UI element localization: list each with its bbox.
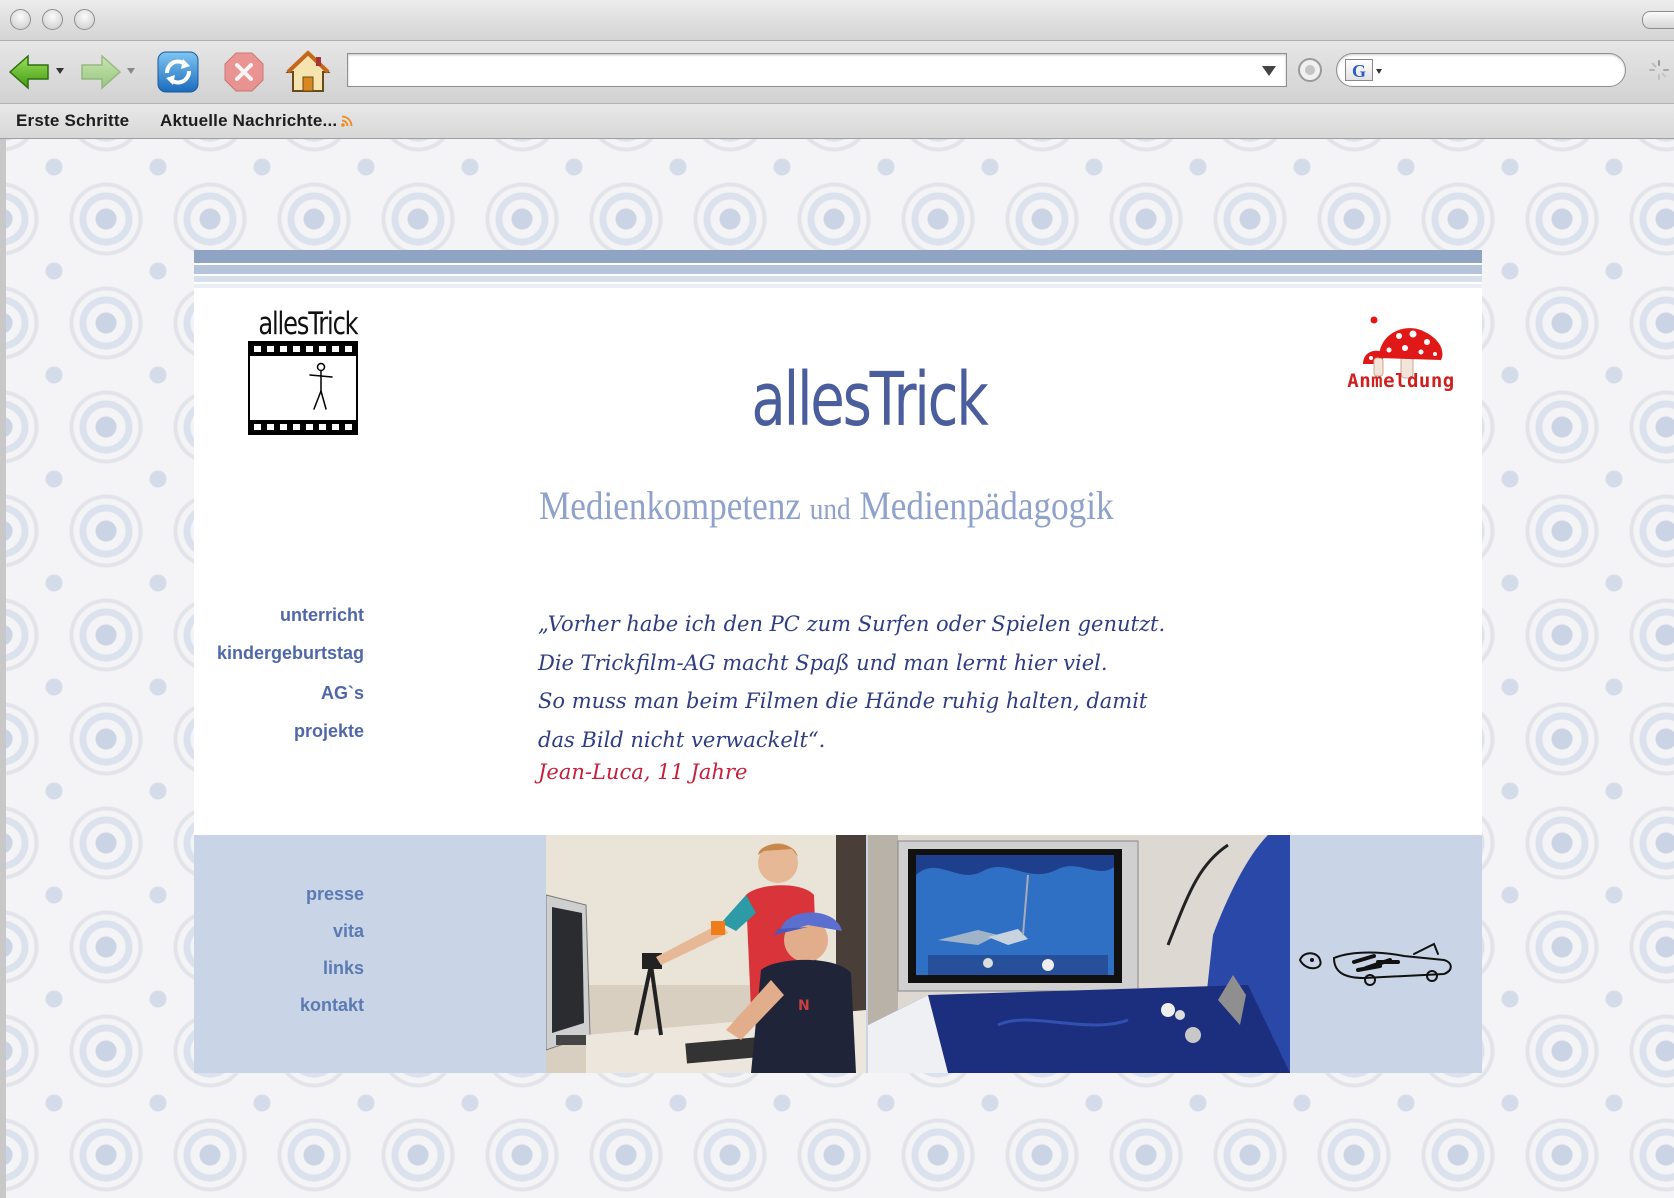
- stop-icon: [224, 52, 264, 92]
- nav-link-projekte[interactable]: projekte: [294, 721, 364, 742]
- reload-icon: [157, 51, 199, 93]
- go-button[interactable]: [1298, 58, 1322, 82]
- back-button[interactable]: [6, 49, 54, 95]
- quote-line: So muss man beim Filmen die Hände ruhig …: [538, 689, 1148, 713]
- content-card: allesTrick Anmeldung allesTrick Medienko…: [194, 250, 1482, 1073]
- address-bar[interactable]: [347, 53, 1287, 87]
- site-title: allesTrick: [751, 357, 988, 443]
- url-input[interactable]: [354, 58, 1238, 84]
- film-strip-icon: [248, 341, 358, 435]
- testimonial-quote: „Vorher habe ich den PC zum Surfen oder …: [538, 605, 1258, 759]
- search-bar[interactable]: G: [1336, 53, 1626, 87]
- header-stripe: [194, 276, 1482, 282]
- search-input[interactable]: [1387, 58, 1611, 84]
- subtitle-word: Medienpädagogik: [859, 483, 1114, 528]
- navigation-toolbar: G: [0, 41, 1674, 104]
- nav-link-vita[interactable]: vita: [333, 921, 364, 942]
- header-stripe: [194, 284, 1482, 288]
- quote-line: Die Trickfilm-AG macht Spaß und man lern…: [538, 650, 1108, 675]
- subtitle-word: Medienkompetenz: [539, 483, 801, 528]
- window-titlebar: [0, 0, 1674, 41]
- site-subtitle: Medienkompetenz und Medienpädagogik: [539, 482, 1129, 533]
- header-stripe: [194, 265, 1482, 274]
- car-doodle-icon: [1298, 942, 1452, 986]
- bookmark-aktuelle-nachrichten[interactable]: Aktuelle Nachrichte...: [160, 111, 353, 131]
- nav-link-ags[interactable]: AG`s: [321, 683, 364, 704]
- page-viewport: allesTrick Anmeldung allesTrick Medienko…: [0, 139, 1674, 1198]
- nav-link-kontakt[interactable]: kontakt: [300, 995, 364, 1016]
- loading-spinner-icon: [1649, 60, 1669, 80]
- nav-link-links[interactable]: links: [323, 958, 364, 979]
- back-history-dropdown[interactable]: [56, 68, 64, 74]
- zoom-window-button[interactable]: [74, 9, 95, 30]
- quote-line: das Bild nicht verwackelt“.: [538, 727, 826, 752]
- minimize-window-button[interactable]: [42, 9, 63, 30]
- bookmark-label: Aktuelle Nachrichte...: [160, 111, 338, 130]
- header-stripe: [194, 250, 1482, 263]
- url-history-dropdown-icon[interactable]: [1262, 66, 1276, 76]
- bookmarks-toolbar: Erste Schritte Aktuelle Nachrichte...: [0, 104, 1674, 139]
- bookmark-erste-schritte[interactable]: Erste Schritte: [16, 111, 129, 131]
- logo-text: allesTrick: [258, 306, 358, 342]
- search-engine-icon[interactable]: G: [1345, 59, 1373, 81]
- site-logo[interactable]: allesTrick: [246, 305, 359, 435]
- anmeldung-link[interactable]: Anmeldung: [1341, 312, 1461, 402]
- forward-history-dropdown[interactable]: [127, 68, 135, 74]
- anmeldung-label: Anmeldung: [1347, 370, 1455, 392]
- toolbar-toggle-button[interactable]: [1642, 11, 1674, 29]
- back-arrow-icon: [8, 54, 49, 90]
- quote-author: Jean-Luca, 11 Jahre: [538, 760, 748, 784]
- quote-line: „Vorher habe ich den PC zum Surfen oder …: [538, 612, 1166, 636]
- home-button[interactable]: [284, 49, 332, 95]
- nav-link-presse[interactable]: presse: [306, 884, 364, 905]
- photo-animation-set: [868, 835, 1290, 1073]
- reload-button[interactable]: [154, 49, 202, 95]
- nav-link-kindergeburtstag[interactable]: kindergeburtstag: [217, 643, 364, 664]
- nav-link-unterricht[interactable]: unterricht: [280, 605, 364, 626]
- rss-icon: [341, 115, 353, 127]
- svg-text:N: N: [798, 998, 810, 1014]
- home-icon: [285, 50, 331, 92]
- search-engine-dropdown-icon[interactable]: [1376, 69, 1382, 74]
- close-window-button[interactable]: [10, 9, 31, 30]
- forward-arrow-icon: [81, 54, 122, 90]
- stop-button[interactable]: [220, 49, 268, 95]
- photo-kids-at-computer: N: [546, 835, 866, 1073]
- forward-button[interactable]: [76, 49, 124, 95]
- subtitle-word: und: [809, 491, 851, 526]
